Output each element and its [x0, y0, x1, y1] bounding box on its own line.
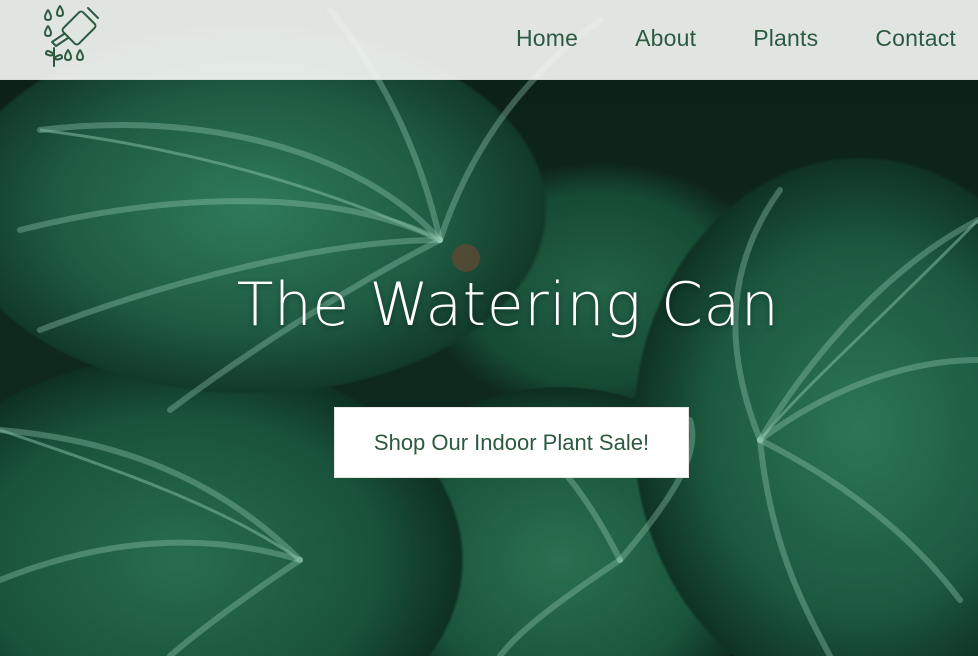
- nav-item-home[interactable]: Home: [516, 25, 578, 52]
- nav-item-contact[interactable]: Contact: [875, 25, 956, 52]
- nav-item-about[interactable]: About: [635, 25, 696, 52]
- main-nav: Home About Plants Contact: [516, 0, 956, 76]
- shop-sale-button[interactable]: Shop Our Indoor Plant Sale!: [334, 407, 689, 478]
- nav-item-plants[interactable]: Plants: [753, 25, 818, 52]
- hero-title: The Watering Can: [236, 270, 780, 340]
- watering-can-icon[interactable]: [38, 4, 104, 68]
- site-header: Home About Plants Contact: [0, 0, 978, 80]
